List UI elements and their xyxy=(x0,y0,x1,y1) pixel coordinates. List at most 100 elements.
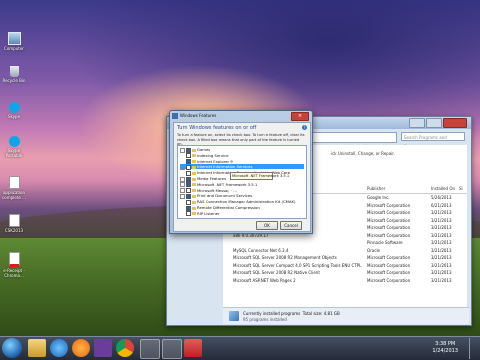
feature-item[interactable]: Games xyxy=(180,147,304,153)
desktop-icon-skype[interactable]: Skype xyxy=(2,102,26,119)
folder-icon xyxy=(192,160,196,164)
table-row[interactable]: Microsoft SQL Server 2008 R2 Management … xyxy=(227,255,467,261)
dialog-body: Turn Windows features on or off ? To tur… xyxy=(173,122,311,232)
column-installed-on[interactable]: Installed On xyxy=(431,185,455,193)
row-name: Microsoft SQL Server Compact 4.0 SP1 Scr… xyxy=(233,262,362,268)
row-publisher: Microsoft Corporation xyxy=(367,225,411,230)
close-button[interactable] xyxy=(443,118,467,128)
expand-icon[interactable] xyxy=(180,193,185,199)
table-row[interactable]: Microsoft SQL Server Compact 4.0 SP1 Scr… xyxy=(227,263,467,269)
row-publisher: Microsoft Corporation xyxy=(367,217,411,223)
row-date: 3/21/2013 xyxy=(431,270,452,275)
feature-checkbox[interactable] xyxy=(186,182,191,188)
control-panel-icon[interactable] xyxy=(162,339,182,359)
show-desktop-button[interactable] xyxy=(469,338,478,359)
desktop-icon-application-complete[interactable]: application complete ... xyxy=(2,176,26,200)
feature-checkbox[interactable] xyxy=(186,159,191,165)
desktop-icon-e-receipt[interactable]: e-Receipt - Chroma... xyxy=(2,252,26,278)
media-player-icon[interactable] xyxy=(72,339,90,357)
feature-item[interactable]: Internet Information Services xyxy=(180,164,304,170)
system-clock[interactable]: 3:38 PM 1/24/2013 xyxy=(432,341,458,355)
windows-explorer-icon[interactable] xyxy=(28,339,46,357)
feature-checkbox[interactable] xyxy=(186,176,191,182)
snipping-tool-icon[interactable] xyxy=(184,339,202,357)
expand-icon[interactable] xyxy=(180,176,185,182)
programs-description: ick Uninstall, Change, or Repair. xyxy=(331,151,395,156)
skype-icon xyxy=(8,136,20,147)
row-name: Microsoft ASP.NET Web Pages 2 xyxy=(233,277,296,283)
desktop-icon-skype-portable[interactable]: Skype Portable xyxy=(2,136,26,158)
desktop-icon-computer[interactable]: Computer xyxy=(2,32,26,51)
maximize-button[interactable] xyxy=(426,118,442,128)
feature-checkbox[interactable] xyxy=(186,188,191,194)
folder-icon xyxy=(192,200,196,204)
desktop-icon-label: Skype Portable xyxy=(5,148,23,158)
clock-time: 3:38 PM xyxy=(435,341,456,347)
row-date: 3/21/2013 xyxy=(431,255,452,260)
expand-icon[interactable] xyxy=(180,147,185,153)
start-button[interactable] xyxy=(2,338,22,358)
minimize-button[interactable] xyxy=(409,118,425,128)
desktop-icon-label: application complete ... xyxy=(2,190,26,200)
row-date: 3/21/2013 xyxy=(431,210,452,215)
row-publisher: Microsoft Corporation xyxy=(367,270,411,275)
feature-item[interactable]: Internet Explorer 9 xyxy=(180,159,304,165)
feature-checkbox[interactable] xyxy=(186,153,191,159)
feature-checkbox[interactable] xyxy=(186,205,191,211)
table-row[interactable]: MySQL Connector Net 6.3.4 Oracle 3/21/2013 xyxy=(227,248,467,254)
dialog-close-button[interactable]: × xyxy=(291,112,309,121)
ok-button[interactable]: OK xyxy=(256,221,278,230)
feature-checkbox[interactable] xyxy=(186,170,191,176)
feature-item[interactable]: Microsoft Message ... xyxy=(180,188,304,194)
features-tree[interactable]: Games Indexing Service Internet Explorer 9… xyxy=(177,145,307,219)
expand-icon[interactable] xyxy=(180,164,185,170)
desktop-icon-label: e-Receipt - Chroma... xyxy=(3,268,25,278)
table-row[interactable]: Microsoft SQL Server 2008 R2 Native Clie… xyxy=(227,270,467,276)
feature-checkbox[interactable] xyxy=(186,193,191,199)
feature-checkbox[interactable] xyxy=(186,164,191,170)
folder-icon xyxy=(192,177,196,181)
feature-label: Games xyxy=(197,147,211,152)
dialog-heading: Turn Windows features on or off xyxy=(177,125,257,131)
row-date: 3/21/2013 xyxy=(431,247,452,253)
feature-label: RIP Listener xyxy=(197,210,220,216)
windows-explorer-icon[interactable] xyxy=(140,339,160,359)
document-icon xyxy=(8,214,20,227)
chrome-icon[interactable] xyxy=(116,339,134,357)
feature-label: Print and Document Services xyxy=(197,193,253,199)
column-publisher[interactable]: Publisher xyxy=(367,185,385,193)
status-count: 95 programs installed xyxy=(243,317,287,322)
search-input[interactable]: Search Programs and Features xyxy=(401,132,465,149)
feature-item[interactable]: RIP Listener xyxy=(180,210,304,217)
desktop-icon-recycle-bin[interactable]: Recycle Bin xyxy=(2,66,26,83)
visual-studio-icon[interactable] xyxy=(94,339,112,357)
folder-icon xyxy=(192,206,196,210)
feature-item[interactable]: RAS Connection Manager Administration Ki… xyxy=(180,199,304,205)
cancel-button[interactable]: Cancel xyxy=(280,221,302,230)
feature-label: Remote Differential Compression xyxy=(197,205,260,210)
row-publisher: Microsoft Corporation xyxy=(367,277,411,283)
feature-checkbox[interactable] xyxy=(186,147,191,153)
windows-features-icon xyxy=(172,113,178,119)
feature-checkbox[interactable] xyxy=(186,199,191,205)
internet-explorer-icon[interactable] xyxy=(50,339,68,357)
desktop-icon-csk2013[interactable]: CSK2013 xyxy=(2,214,26,233)
pdf-icon xyxy=(8,252,20,267)
feature-item[interactable]: Remote Differential Compression xyxy=(180,205,304,211)
desktop-icon-label: Skype xyxy=(7,114,21,119)
feature-label: RAS Connection Manager Administration Ki… xyxy=(197,199,296,205)
table-row[interactable]: Microsoft ASP.NET Web Pages 2 Microsoft C… xyxy=(227,278,467,284)
expand-icon[interactable] xyxy=(180,182,185,188)
expand-icon[interactable] xyxy=(180,188,185,194)
feature-item[interactable]: Microsoft .NET Framework 3.5.1 xyxy=(180,182,304,188)
feature-checkbox[interactable] xyxy=(186,211,191,217)
table-row[interactable]: Pinnacle Software 3/21/2013 xyxy=(227,240,467,246)
windows-features-dialog: Windows Features × Turn Windows features… xyxy=(169,110,313,234)
desktop-icon-label: Recycle Bin xyxy=(2,78,26,83)
document-icon xyxy=(8,176,20,189)
feature-item[interactable]: Print and Document Services xyxy=(180,193,304,199)
feature-item[interactable]: Indexing Service xyxy=(180,153,304,159)
help-icon[interactable]: ? xyxy=(302,125,307,130)
clock-date: 1/24/2013 xyxy=(432,348,458,354)
column-size[interactable]: Si xyxy=(459,185,463,193)
